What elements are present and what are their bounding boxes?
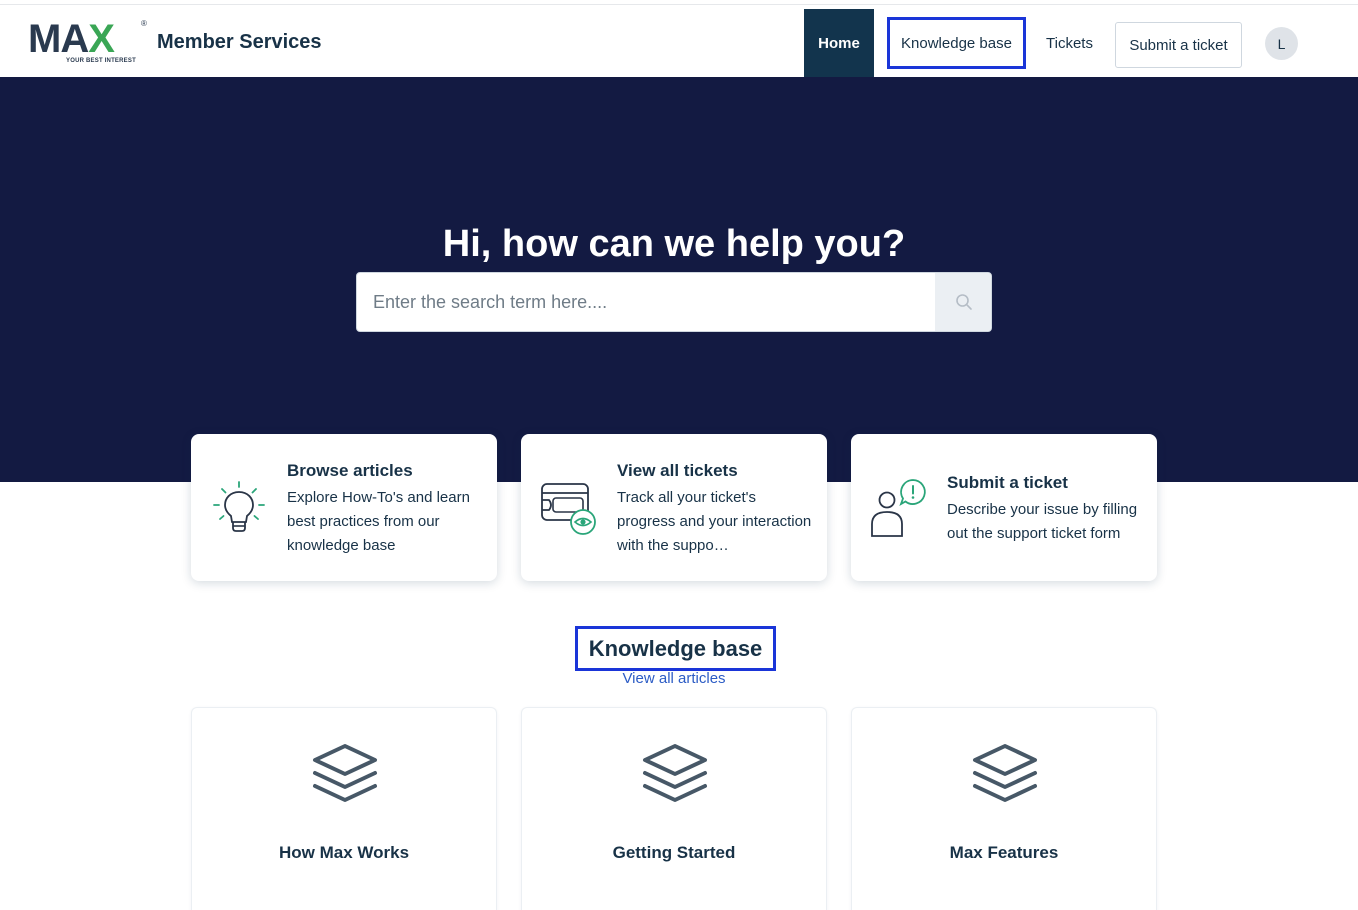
search-button[interactable] [935, 273, 991, 331]
submit-ticket-card[interactable]: Submit a ticket Describe your issue by f… [851, 434, 1157, 581]
kb-category-card[interactable]: Max Features [851, 707, 1157, 910]
logo-registered-mark: ® [141, 19, 147, 28]
nav-tickets-tab[interactable]: Tickets [1036, 17, 1103, 69]
search-input[interactable] [357, 273, 935, 331]
person-alert-icon [871, 479, 926, 537]
browse-articles-card[interactable]: Browse articles Explore How-To's and lea… [191, 434, 497, 581]
submit-ticket-button[interactable]: Submit a ticket [1115, 22, 1242, 68]
view-all-tickets-card[interactable]: View all tickets Track all your ticket's… [521, 434, 827, 581]
card-title: Submit a ticket [947, 473, 1068, 492]
hero-title: Hi, how can we help you? [442, 223, 906, 265]
layers-icon [973, 744, 1037, 802]
hero-banner: Hi, how can we help you? [0, 77, 1358, 482]
nav-home-tab[interactable]: Home [804, 9, 874, 77]
search-icon [955, 294, 972, 310]
logo-tagline: YOUR BEST INTEREST [66, 58, 136, 64]
layers-icon [643, 744, 707, 802]
lightbulb-icon [213, 481, 265, 532]
search-box [356, 272, 992, 332]
layers-icon [313, 744, 377, 802]
view-all-articles-link-text[interactable]: View all articles [622, 670, 725, 687]
card-description: Explore How-To's and learn best practice… [287, 489, 470, 554]
card-description: Describe your issue by filling out the s… [947, 501, 1138, 542]
nav-knowledge-base-tab[interactable]: Knowledge base [887, 17, 1026, 69]
knowledge-base-heading: Knowledge base [575, 626, 776, 671]
kb-category-card[interactable]: Getting Started [521, 707, 827, 910]
brand-title: Member Services [157, 31, 322, 53]
card-title: Browse articles [287, 461, 413, 480]
card-title: View all tickets [617, 461, 738, 480]
view-all-articles-link: View all articles [0, 670, 1348, 687]
tickets-eye-icon [541, 483, 596, 535]
kb-category-title: How Max Works [278, 843, 410, 862]
max-logo[interactable]: MAX ® YOUR BEST INTEREST [28, 19, 148, 71]
kb-category-title: Max Features [949, 843, 1059, 862]
user-avatar[interactable]: L [1265, 27, 1298, 60]
kb-category-title: Getting Started [612, 843, 736, 862]
kb-category-card[interactable]: How Max Works [191, 707, 497, 910]
card-description: Track all your ticket's progress and you… [617, 489, 812, 554]
logo-wordmark: MAX [28, 17, 115, 61]
top-header: MAX ® YOUR BEST INTEREST Member Services… [0, 4, 1358, 77]
